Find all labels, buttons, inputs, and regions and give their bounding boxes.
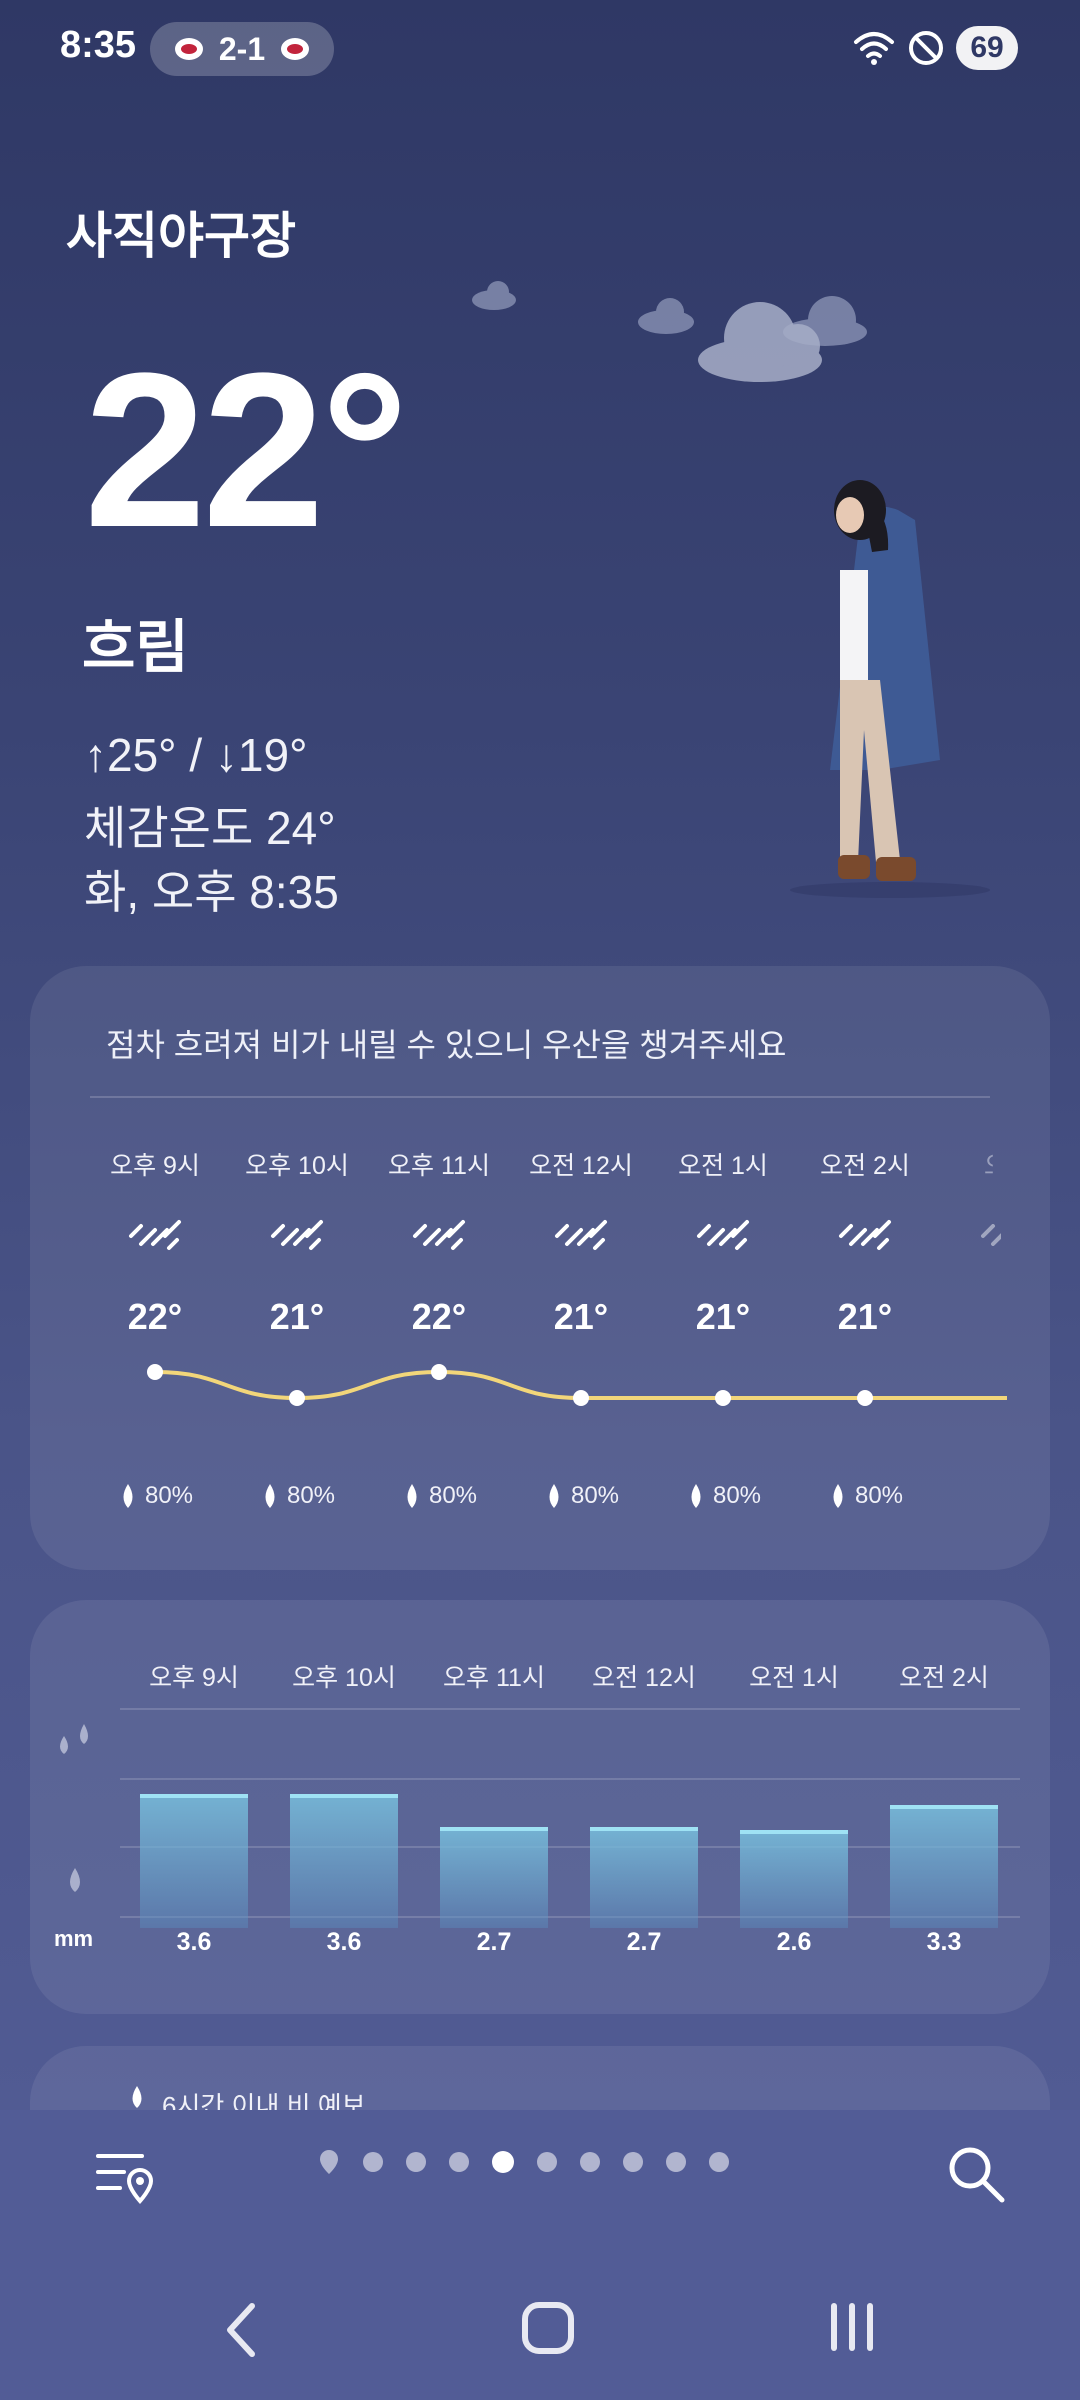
- precip-time-label: 오후 11시: [443, 1664, 545, 1692]
- hour-label: 오전 12시: [529, 1152, 633, 1180]
- hour-label: 오후 11시: [388, 1152, 490, 1180]
- raindrop-icon: [265, 1484, 275, 1508]
- nav-back-button[interactable]: [222, 2302, 262, 2358]
- raindrop-icon: [691, 1484, 701, 1508]
- precipitation-chance: 80%: [144, 1482, 194, 1509]
- precipitation-bar: [740, 1830, 848, 1928]
- precipitation-value: 3.6: [176, 1928, 212, 1956]
- hour-temperature: 22°: [127, 1296, 183, 1337]
- forecast-advice: 점차 흐려져 비가 내릴 수 있으니 우산을 챙겨주세요: [106, 1027, 787, 1063]
- hour-precipitation: 80%: [226, 1482, 368, 1510]
- heavy-rain-drops-icon: [60, 1724, 88, 1754]
- hour-temperature: 22°: [411, 1296, 467, 1337]
- page-dot[interactable]: [537, 2152, 557, 2172]
- hour-precipitation: 80%: [510, 1482, 652, 1510]
- rain-icon: [413, 1220, 465, 1250]
- high-low-temperature: ↑25° / ↓19°: [84, 729, 308, 781]
- page-dot[interactable]: [666, 2152, 686, 2172]
- hour-precipitation: 80%: [84, 1482, 226, 1510]
- divider: [90, 1096, 990, 1098]
- current-temperature: 22°: [84, 327, 409, 573]
- page-dot[interactable]: [406, 2152, 426, 2172]
- hour-temperature: 21°: [553, 1296, 609, 1337]
- precipitation-bar: [290, 1794, 398, 1928]
- precip-time-label: 오전 2시: [899, 1664, 989, 1692]
- hour-temperature: 21°: [837, 1296, 893, 1337]
- score-text: 2-1: [218, 30, 266, 67]
- precipitation-bar: [140, 1794, 248, 1928]
- precipitation-value: 3.3: [926, 1928, 962, 1956]
- gridline: [120, 1708, 1020, 1710]
- hour-precipitation: 80%: [794, 1482, 936, 1510]
- raindrop-icon: [407, 1484, 417, 1508]
- weather-condition: 흐림: [82, 615, 189, 680]
- person-illustration: [790, 480, 990, 898]
- hour-temperature: 21°: [269, 1296, 325, 1337]
- raindrop-icon: [123, 1484, 133, 1508]
- hour-temperature: 21°: [695, 1296, 751, 1337]
- hour-label: 오전 1시: [678, 1152, 768, 1180]
- hour-label: 오전 2시: [820, 1152, 910, 1180]
- precipitation-value: 3.6: [326, 1928, 362, 1956]
- precip-time-label: 오전 1시: [749, 1664, 839, 1692]
- rain-icon: [271, 1220, 323, 1250]
- page-dot[interactable]: [363, 2152, 383, 2172]
- precipitation-chance: 80%: [428, 1482, 478, 1509]
- gridline: [120, 1916, 1020, 1918]
- precip-time-label: 오전 12시: [592, 1664, 696, 1692]
- cloud-illustration: [472, 281, 867, 382]
- rain-icon: [839, 1220, 891, 1250]
- current-datetime: 화, 오후 8:35: [84, 866, 339, 918]
- precipitation-bar: [590, 1826, 698, 1928]
- nav-recent-apps-button[interactable]: [826, 2302, 878, 2352]
- page-dot[interactable]: [449, 2152, 469, 2172]
- battery-indicator: 69: [956, 26, 1018, 70]
- hour-label: 오후 10시: [245, 1152, 349, 1180]
- current-location-pin-icon[interactable]: [318, 2148, 340, 2176]
- light-rain-drop-icon: [70, 1868, 80, 1892]
- precipitation-unit: mm: [54, 1926, 94, 1951]
- nav-home-button[interactable]: [520, 2300, 576, 2356]
- raindrop-icon: [833, 1484, 843, 1508]
- gridline: [120, 1846, 1020, 1848]
- precipitation-bar: [440, 1826, 548, 1928]
- precipitation-bar: [890, 1805, 998, 1928]
- page-dot[interactable]: [492, 2151, 514, 2173]
- page-dot[interactable]: [709, 2152, 729, 2172]
- hour-precipitation: 80%: [368, 1482, 510, 1510]
- precip-time-label: 오후 10시: [292, 1664, 396, 1692]
- precipitation-value: 2.7: [476, 1928, 512, 1956]
- page-dot[interactable]: [580, 2152, 600, 2172]
- hour-label: 오후 9시: [110, 1152, 200, 1180]
- page-indicator[interactable]: [318, 2148, 729, 2176]
- precip-time-label: 오후 9시: [149, 1664, 239, 1692]
- search-icon[interactable]: [946, 2144, 1008, 2206]
- status-time: 8:35: [60, 24, 137, 66]
- wifi-icon: [854, 32, 894, 65]
- feels-like-temperature: 체감온도 24°: [84, 802, 336, 854]
- location-list-icon[interactable]: [94, 2146, 156, 2208]
- precipitation-chance: 80%: [712, 1482, 762, 1509]
- team-logo-icon: [174, 38, 203, 60]
- precipitation-value: 2.7: [626, 1928, 662, 1956]
- do-not-disturb-icon: [909, 31, 943, 65]
- rain-icon: [129, 1220, 181, 1250]
- precipitation-chance: 80%: [570, 1482, 620, 1509]
- live-score-pill[interactable]: 2-1: [150, 22, 334, 76]
- location-name[interactable]: 사직야구장: [66, 196, 296, 268]
- raindrop-icon: [132, 2086, 142, 2108]
- precipitation-chance: 80%: [286, 1482, 336, 1509]
- precipitation-chance: 80%: [854, 1482, 904, 1509]
- raindrop-icon: [549, 1484, 559, 1508]
- rain-icon: [697, 1220, 749, 1250]
- gridline: [120, 1778, 1020, 1780]
- team-logo-icon: [281, 38, 310, 60]
- precipitation-value: 2.6: [776, 1928, 812, 1956]
- hour-precipitation: 80%: [652, 1482, 794, 1510]
- rain-icon: [555, 1220, 607, 1250]
- page-dot[interactable]: [623, 2152, 643, 2172]
